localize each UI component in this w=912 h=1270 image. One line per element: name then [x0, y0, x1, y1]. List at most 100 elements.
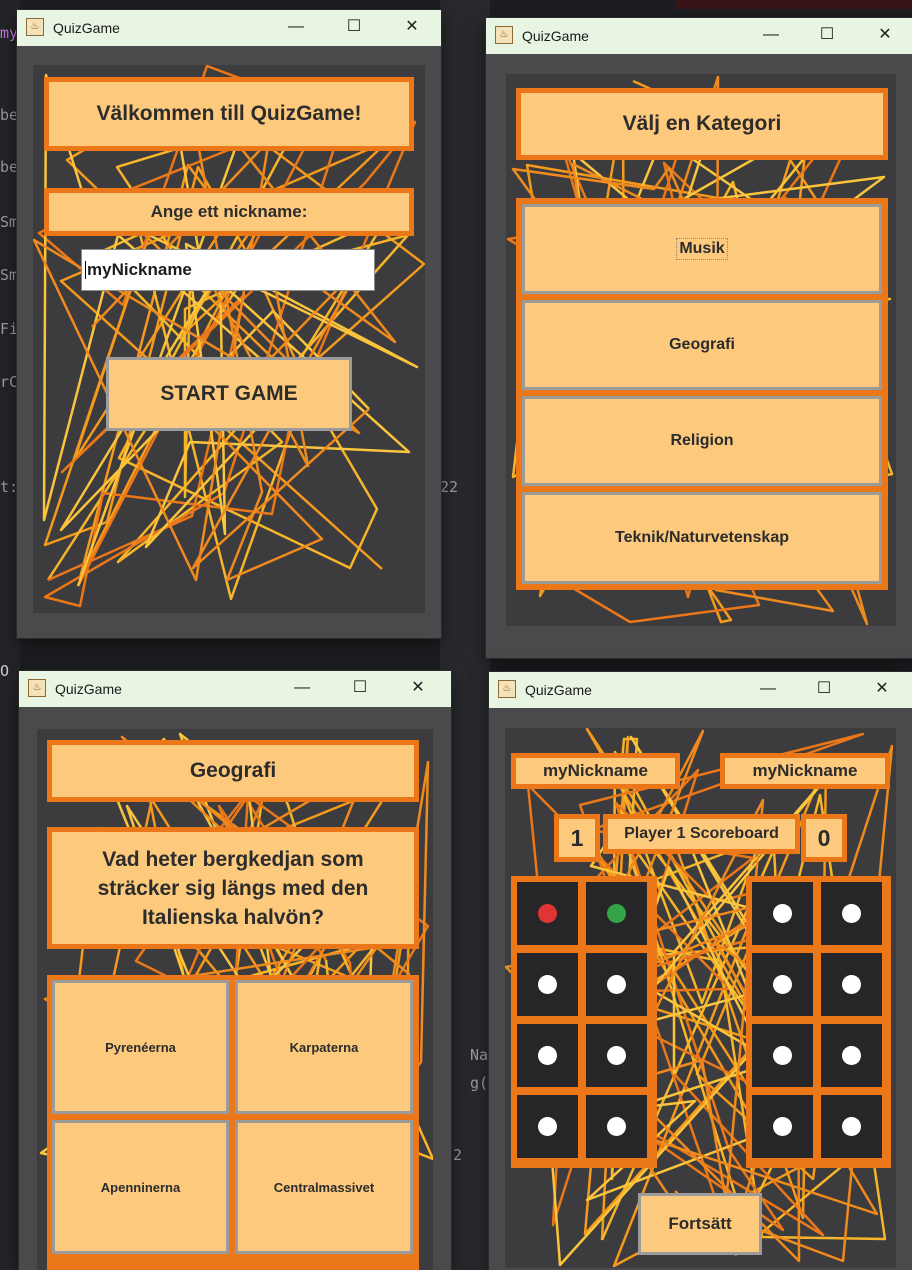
- result-pending-icon: [538, 1046, 557, 1065]
- result-pending-icon: [607, 1117, 626, 1136]
- answer-button-apenninerna[interactable]: Apenninerna: [52, 1120, 229, 1254]
- nickname-input-value: myNickname: [87, 260, 192, 279]
- window-client: Geografi Vad heter bergkedjan som sträck…: [19, 707, 451, 1270]
- player1-result-cell: [517, 882, 578, 945]
- background-code: g(: [470, 1074, 489, 1092]
- game-panel: Geografi Vad heter bergkedjan som sträck…: [37, 729, 433, 1270]
- game-panel: myNickname myNickname 1 Player 1 Scorebo…: [505, 728, 896, 1268]
- title-bar[interactable]: ♨ QuizGame — ☐ ✕: [19, 671, 451, 707]
- window-title: QuizGame: [525, 682, 592, 698]
- close-icon[interactable]: ✕: [867, 676, 897, 702]
- window-title: QuizGame: [53, 20, 120, 36]
- result-pending-icon: [538, 1117, 557, 1136]
- player1-result-cell: [586, 1024, 647, 1087]
- background-code: O: [0, 662, 10, 680]
- answer-button-pyreneerna[interactable]: Pyrenéerna: [52, 980, 229, 1114]
- game-panel: Välj en Kategori Musik Geografi Religion…: [506, 74, 896, 626]
- result-pending-icon: [607, 975, 626, 994]
- window-client: myNickname myNickname 1 Player 1 Scorebo…: [489, 708, 912, 1270]
- player2-result-cell: [821, 882, 882, 945]
- background-red-bar: [676, 0, 912, 9]
- player1-result-cell: [517, 1095, 578, 1158]
- title-bar[interactable]: ♨ QuizGame — ☐ ✕: [17, 10, 441, 46]
- maximize-icon[interactable]: ☐: [345, 675, 375, 701]
- minimize-icon[interactable]: —: [287, 675, 317, 701]
- question-window: ♨ QuizGame — ☐ ✕ Geografi Vad heter berg…: [19, 671, 451, 1270]
- player1-result-cell: [517, 1024, 578, 1087]
- background-code: Fi: [0, 320, 19, 338]
- game-panel: Välkommen till QuizGame! Ange ett nickna…: [33, 65, 425, 613]
- welcome-window: ♨ QuizGame — ☐ ✕ Välkommen till QuizGame…: [17, 10, 441, 638]
- window-title: QuizGame: [522, 28, 589, 44]
- category-button-geografi[interactable]: Geografi: [522, 300, 882, 390]
- player1-result-cell: [586, 882, 647, 945]
- close-icon[interactable]: ✕: [870, 22, 900, 48]
- minimize-icon[interactable]: —: [281, 14, 311, 40]
- title-bar[interactable]: ♨ QuizGame — ☐ ✕: [486, 18, 912, 54]
- minimize-icon[interactable]: —: [753, 676, 783, 702]
- category-title: Välj en Kategori: [516, 88, 888, 160]
- background-code: Sm: [0, 213, 19, 231]
- player1-name: myNickname: [511, 753, 680, 789]
- result-pending-icon: [773, 1046, 792, 1065]
- close-icon[interactable]: ✕: [397, 14, 427, 40]
- player2-name: myNickname: [720, 753, 890, 789]
- maximize-icon[interactable]: ☐: [809, 676, 839, 702]
- player1-result-cell: [517, 953, 578, 1016]
- question-line: Vad heter bergkedjan som: [102, 847, 364, 871]
- player2-result-cell: [752, 882, 813, 945]
- background-code: t:: [0, 478, 19, 496]
- welcome-title: Välkommen till QuizGame!: [44, 77, 414, 151]
- player2-results-grid: [746, 876, 891, 1168]
- player2-result-cell: [821, 953, 882, 1016]
- result-pending-icon: [538, 975, 557, 994]
- player2-result-cell: [821, 1024, 882, 1087]
- background-code: Na: [470, 1046, 489, 1064]
- continue-button[interactable]: Fortsätt: [638, 1193, 762, 1255]
- close-icon[interactable]: ✕: [403, 675, 433, 701]
- maximize-icon[interactable]: ☐: [339, 14, 369, 40]
- scoreboard-title: Player 1 Scoreboard: [603, 814, 800, 854]
- background-code: Sm: [0, 266, 19, 284]
- category-button-religion[interactable]: Religion: [522, 396, 882, 486]
- result-correct-icon: [607, 904, 626, 923]
- category-button-musik[interactable]: Musik: [522, 204, 882, 294]
- java-app-icon: ♨: [498, 680, 516, 698]
- category-header: Geografi: [47, 740, 419, 802]
- player2-result-cell: [752, 1095, 813, 1158]
- java-app-icon: ♨: [495, 26, 513, 44]
- player1-result-cell: [586, 1095, 647, 1158]
- text-caret: [85, 261, 86, 279]
- window-client: Välj en Kategori Musik Geografi Religion…: [486, 54, 912, 658]
- start-game-button[interactable]: START GAME: [106, 357, 352, 431]
- question-line: sträcker sig längs med den: [97, 876, 369, 900]
- result-pending-icon: [773, 975, 792, 994]
- java-app-icon: ♨: [28, 679, 46, 697]
- result-pending-icon: [842, 1046, 861, 1065]
- category-button-teknik[interactable]: Teknik/Naturvetenskap: [522, 492, 882, 584]
- question-line: Italienska halvön?: [141, 905, 325, 929]
- result-pending-icon: [773, 904, 792, 923]
- answer-button-centralmassivet[interactable]: Centralmassivet: [235, 1120, 413, 1254]
- answer-button-karpaterna[interactable]: Karpaterna: [235, 980, 413, 1114]
- category-label: Musik: [676, 238, 728, 260]
- player2-score: 0: [801, 814, 847, 862]
- result-pending-icon: [842, 1117, 861, 1136]
- nickname-input[interactable]: myNickname: [81, 249, 375, 291]
- player1-result-cell: [586, 953, 647, 1016]
- minimize-icon[interactable]: —: [756, 22, 786, 48]
- player2-result-cell: [821, 1095, 882, 1158]
- java-app-icon: ♨: [26, 18, 44, 36]
- result-pending-icon: [842, 975, 861, 994]
- window-client: Välkommen till QuizGame! Ange ett nickna…: [17, 46, 441, 638]
- nickname-prompt-label: Ange ett nickname:: [44, 188, 414, 236]
- background-code: be: [0, 158, 19, 176]
- scoreboard-window: ♨ QuizGame — ☐ ✕ myNickname myNickname 1…: [489, 672, 912, 1270]
- player2-result-cell: [752, 1024, 813, 1087]
- title-bar[interactable]: ♨ QuizGame — ☐ ✕: [489, 672, 912, 708]
- background-code: rC: [0, 373, 19, 391]
- result-pending-icon: [773, 1117, 792, 1136]
- maximize-icon[interactable]: ☐: [812, 22, 842, 48]
- result-wrong-icon: [538, 904, 557, 923]
- player2-result-cell: [752, 953, 813, 1016]
